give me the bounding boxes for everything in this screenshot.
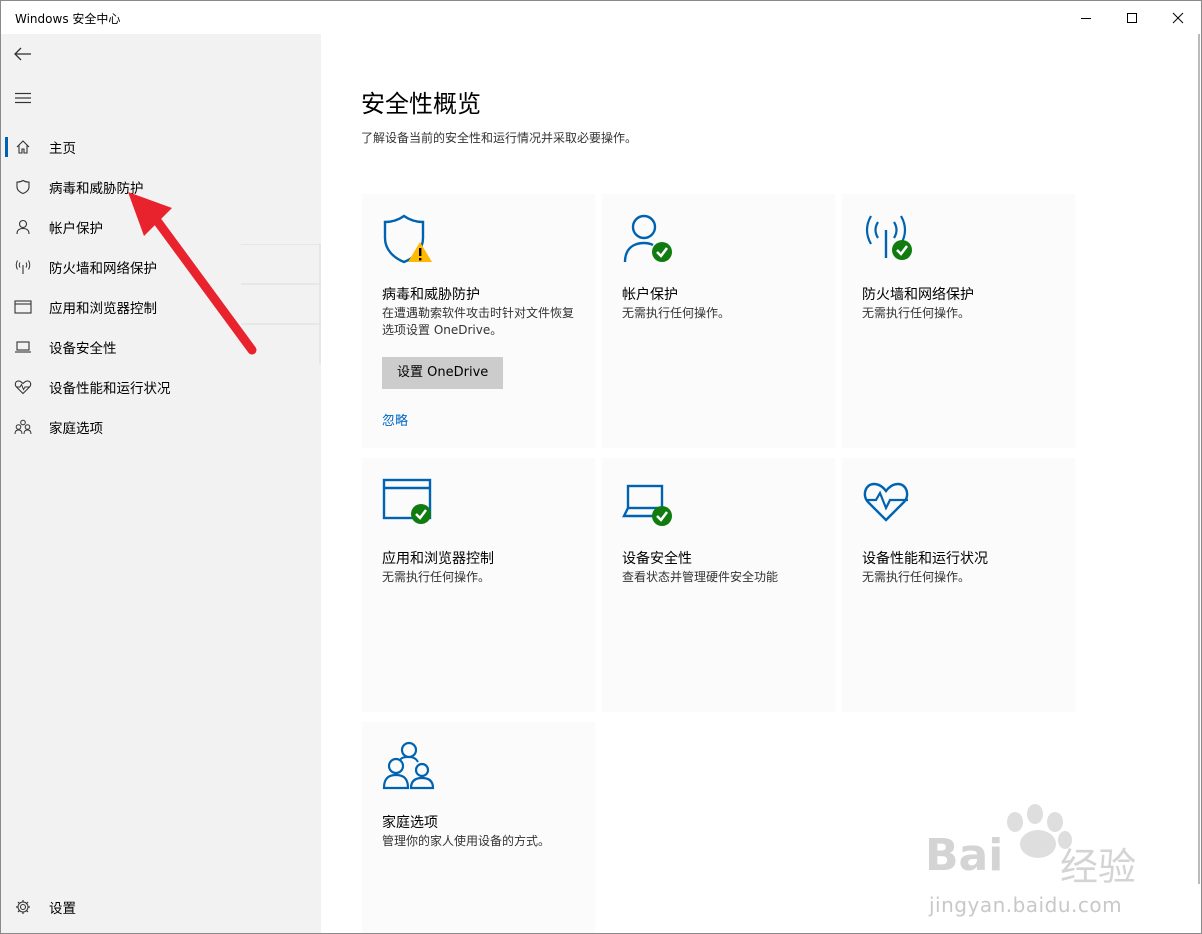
decorative-lines (241, 244, 321, 364)
back-arrow-icon (14, 47, 31, 61)
sidebar-item-label: 防火墙和网络保护 (49, 261, 157, 277)
tile-description: 无需执行任何操作。 (382, 570, 491, 584)
maximize-button[interactable] (1109, 1, 1155, 34)
hamburger-icon (15, 92, 31, 104)
sidebar-item-device-health[interactable]: 设备性能和运行状况 (1, 367, 321, 407)
sidebar-item-family[interactable]: 家庭选项 (1, 407, 321, 447)
tile-title: 帐户保护 (622, 287, 678, 303)
tile-title: 应用和浏览器控制 (382, 551, 494, 567)
dismiss-link[interactable]: 忽略 (382, 410, 408, 429)
close-button[interactable] (1155, 1, 1201, 34)
tile-title: 家庭选项 (382, 815, 438, 831)
gear-icon (1, 899, 43, 915)
antenna-check-icon (865, 215, 912, 260)
tile-app-browser[interactable]: 应用和浏览器控制 无需执行任何操作。 (362, 458, 595, 712)
tile-title: 设备性能和运行状况 (862, 551, 988, 567)
app-window-check-icon (382, 478, 432, 524)
person-icon (1, 219, 43, 235)
sidebar-item-label: 应用和浏览器控制 (49, 301, 157, 317)
tile-firewall[interactable]: 防火墙和网络保护 无需执行任何操作。 (842, 194, 1075, 448)
minimize-button[interactable] (1063, 1, 1109, 34)
page-description: 了解设备当前的安全性和运行情况并采取必要操作。 (361, 131, 638, 145)
minimize-icon (1081, 17, 1091, 19)
window-title: Windows 安全中心 (15, 12, 121, 26)
page-title: 安全性概览 (361, 90, 481, 118)
sidebar-item-account[interactable]: 帐户保护 (1, 207, 321, 247)
tile-description: 无需执行任何操作。 (862, 570, 971, 584)
sidebar-item-home[interactable]: 主页 (1, 127, 321, 167)
laptop-check-icon (622, 484, 672, 526)
sidebar-item-label: 设置 (49, 901, 76, 917)
close-icon (1172, 12, 1184, 23)
app-window-icon (1, 300, 43, 314)
app-window: Windows 安全中心 主页 病毒和威胁防护 帐户保护 防火墙和网络保护 应用… (0, 0, 1202, 934)
setup-onedrive-button[interactable]: 设置 OneDrive (382, 357, 504, 389)
sidebar-item-settings[interactable]: 设置 (1, 887, 321, 927)
sidebar-item-label: 帐户保护 (49, 221, 103, 237)
sidebar-item-label: 设备性能和运行状况 (49, 381, 171, 397)
tile-title: 病毒和威胁防护 (382, 287, 480, 303)
tile-description: 无需执行任何操作。 (622, 306, 731, 320)
scrollbar[interactable] (1198, 34, 1200, 884)
tile-title: 设备安全性 (622, 551, 692, 567)
tile-virus-protection[interactable]: 病毒和威胁防护 在遭遇勒索软件攻击时针对文件恢复选项设置 OneDrive。 设… (362, 194, 595, 448)
tile-title: 防火墙和网络保护 (862, 287, 974, 303)
watermark-url: jingyan.baidu.com (929, 893, 1123, 917)
sidebar-item-label: 病毒和威胁防护 (49, 181, 144, 197)
watermark-brand: Bai (925, 830, 1004, 881)
laptop-icon (1, 340, 43, 354)
heart-pulse-icon (1, 379, 43, 395)
person-check-icon (623, 214, 672, 263)
tile-device-health[interactable]: 设备性能和运行状况 无需执行任何操作。 (842, 458, 1075, 712)
sidebar-item-virus-protection[interactable]: 病毒和威胁防护 (1, 167, 321, 207)
active-indicator (5, 137, 8, 157)
tile-family-options[interactable]: 家庭选项 管理你的家人使用设备的方式。 (362, 722, 595, 933)
tile-description: 管理你的家人使用设备的方式。 (382, 834, 551, 848)
shield-warning-icon (383, 214, 432, 264)
tile-description: 在遭遇勒索软件攻击时针对文件恢复选项设置 OneDrive。 (382, 306, 575, 337)
tile-description: 无需执行任何操作。 (862, 306, 971, 320)
sidebar-item-label: 设备安全性 (49, 341, 117, 357)
maximize-icon (1127, 12, 1137, 23)
hamburger-menu-button[interactable] (7, 84, 39, 112)
title-bar: Windows 安全中心 (1, 1, 1201, 34)
family-icon (382, 741, 435, 790)
tile-account-protection[interactable]: 帐户保护 无需执行任何操作。 (602, 194, 835, 448)
family-icon (1, 419, 43, 435)
sidebar: 主页 病毒和威胁防护 帐户保护 防火墙和网络保护 应用和浏览器控制 设备安全性 … (1, 34, 321, 933)
shield-icon (1, 179, 43, 195)
antenna-icon (1, 259, 43, 275)
back-button[interactable] (7, 40, 39, 68)
tile-device-security[interactable]: 设备安全性 查看状态并管理硬件安全功能 (602, 458, 835, 712)
tile-description: 查看状态并管理硬件安全功能 (622, 570, 779, 584)
heart-pulse-icon (863, 482, 909, 522)
sidebar-item-label: 家庭选项 (49, 421, 103, 437)
sidebar-item-label: 主页 (49, 141, 76, 157)
main-content: 安全性概览 了解设备当前的安全性和运行情况并采取必要操作。 病毒和威胁防护 在遭… (321, 34, 1201, 933)
watermark-brand-suffix: 经验 (1060, 845, 1137, 889)
